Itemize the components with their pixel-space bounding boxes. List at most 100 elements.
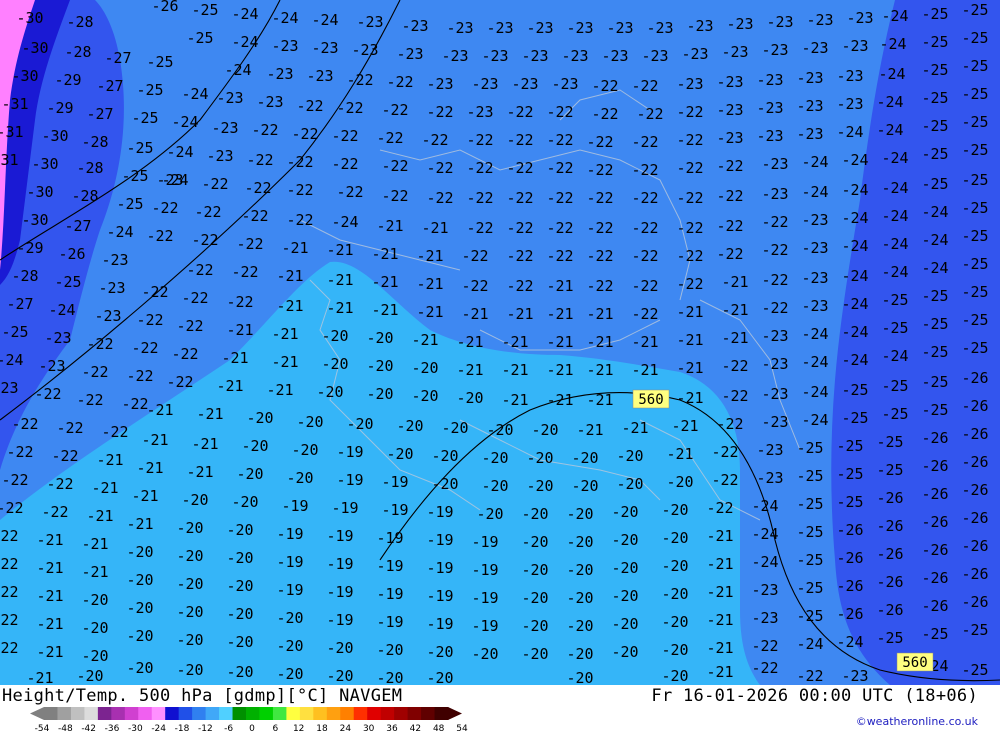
height-label-text-2: 560 [902, 655, 927, 671]
temp-label: -19 [376, 613, 403, 631]
temp-label: -20 [611, 643, 638, 661]
legend-swatch [353, 707, 368, 720]
temp-label: -19 [471, 589, 498, 607]
temp-label: -20 [76, 667, 103, 685]
temp-label: -21 [676, 331, 703, 349]
temp-label: -22 [226, 293, 253, 311]
temp-label: -23 [521, 47, 548, 65]
temp-label: -21 [416, 303, 443, 321]
temp-label: -25 [876, 461, 903, 479]
legend-swatch [394, 707, 409, 720]
temp-label: -24 [841, 151, 868, 169]
temp-label: -25 [841, 381, 868, 399]
temp-label: -22 [711, 471, 738, 489]
legend-swatch [407, 707, 422, 720]
temp-label: -25 [146, 53, 173, 71]
temp-label: -23 [0, 379, 19, 397]
temp-label: -24 [171, 113, 198, 131]
temp-label: -21 [546, 333, 573, 351]
temp-label: -21 [676, 303, 703, 321]
temp-label: -21 [36, 531, 63, 549]
temp-label: -21 [721, 329, 748, 347]
temp-label: -23 [796, 69, 823, 87]
temp-label: -25 [796, 467, 823, 485]
temp-label: -23 [351, 41, 378, 59]
temp-label: -20 [611, 503, 638, 521]
temp-label: -25 [961, 141, 988, 159]
temp-label: -23 [38, 357, 65, 375]
map-title: Height/Temp. 500 hPa [gdmp][°C] NAVGEM [2, 686, 403, 706]
legend-swatch [326, 707, 341, 720]
legend-swatch [84, 707, 99, 720]
temp-label: -20 [321, 355, 348, 373]
temp-label: -24 [881, 235, 908, 253]
temp-label: -28 [11, 267, 38, 285]
temp-label: -24 [878, 65, 905, 83]
credit-link[interactable]: ©weatheronline.co.uk [856, 715, 978, 728]
temp-label: -25 [961, 199, 988, 217]
temp-label: -23 [686, 17, 713, 35]
temp-label: -25 [796, 579, 823, 597]
temp-label: -20 [566, 505, 593, 523]
temp-label: -22 [586, 247, 613, 265]
legend-tick-label: 54 [456, 724, 468, 733]
temp-label: -21 [706, 527, 733, 545]
temp-label: -22 [676, 131, 703, 149]
temp-label: -22 [181, 289, 208, 307]
temp-label: -20 [521, 533, 548, 551]
temp-label: -25 [796, 495, 823, 513]
temp-label: -22 [76, 391, 103, 409]
temp-label: -21 [226, 321, 253, 339]
temp-label: -22 [546, 159, 573, 177]
temp-label: -20 [126, 627, 153, 645]
temp-label: -20 [661, 667, 688, 685]
temp-label: -19 [376, 585, 403, 603]
legend-swatch [151, 707, 166, 720]
legend-tick-label: -36 [105, 724, 120, 733]
temp-label: -22 [716, 415, 743, 433]
temp-label: -23 [716, 101, 743, 119]
temp-label: -20 [566, 617, 593, 635]
temp-label: -23 [761, 185, 788, 203]
temp-label: -21 [671, 417, 698, 435]
temp-label: -23 [511, 75, 538, 93]
legend-tick-label: -30 [128, 724, 143, 733]
temp-label: -22 [546, 247, 573, 265]
legend-tick-label: 48 [433, 724, 445, 733]
temp-label: -22 [466, 159, 493, 177]
temp-label: -22 [176, 317, 203, 335]
temp-label: -21 [576, 421, 603, 439]
legend-swatch [124, 707, 139, 720]
temp-label: -20 [366, 385, 393, 403]
temp-label: -21 [191, 435, 218, 453]
temp-label: -22 [546, 189, 573, 207]
temp-label: -22 [506, 277, 533, 295]
temp-label: -21 [266, 381, 293, 399]
temp-label: -20 [476, 505, 503, 523]
temp-label: -20 [226, 521, 253, 539]
temp-label: -25 [961, 171, 988, 189]
legend-swatch [246, 707, 260, 720]
temp-label: -20 [126, 599, 153, 617]
temp-label: -23 [806, 11, 833, 29]
temp-label: -24 [231, 33, 258, 51]
temp-label: -25 [876, 433, 903, 451]
temp-label: -19 [471, 617, 498, 635]
temp-label: -25 [836, 437, 863, 455]
temp-label: -23 [441, 47, 468, 65]
temp-label: -22 [291, 125, 318, 143]
color-scale-ticks: -54 -48 -42 -36 -30 -24 -18 -12 -6 0 6 12 18 24 30 36 42… [35, 724, 468, 733]
temp-label: -24 [801, 153, 828, 171]
temp-label: -26 [961, 369, 988, 387]
temp-label: -25 [796, 523, 823, 541]
temp-label: -20 [611, 559, 638, 577]
temp-label: -24 [801, 325, 828, 343]
temp-label: -21 [546, 391, 573, 409]
temp-label: -23 [561, 47, 588, 65]
temp-label: -27 [96, 77, 123, 95]
temp-label: -24 [166, 143, 193, 161]
temp-label: -22 [331, 127, 358, 145]
temp-label: -20 [456, 389, 483, 407]
temp-label: -21 [666, 445, 693, 463]
temp-label: -22 [146, 227, 173, 245]
